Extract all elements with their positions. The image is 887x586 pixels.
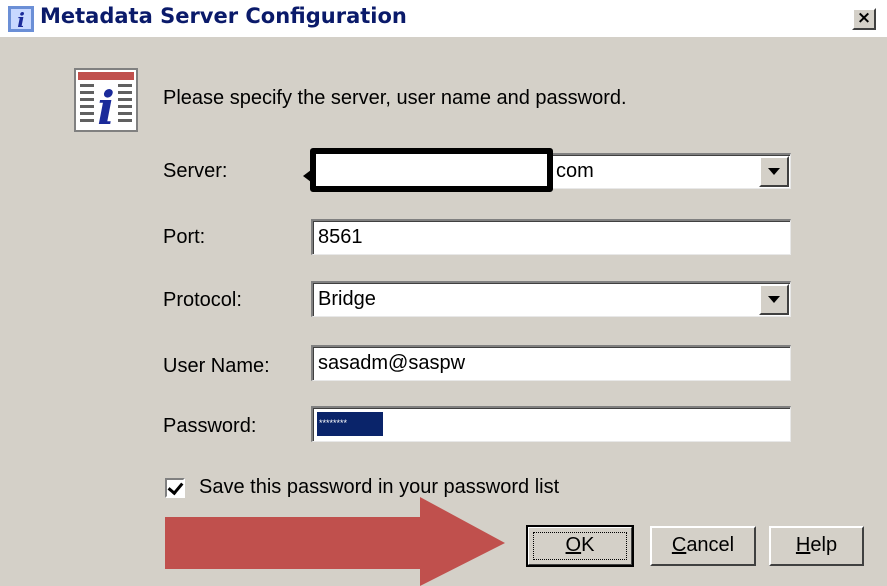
- save-password-label[interactable]: Save this password in your password list: [199, 476, 559, 499]
- password-masked-value: ********: [317, 412, 383, 436]
- dialog-prompt: Please specify the server, user name and…: [163, 87, 627, 109]
- username-value: sasadm@saspw: [318, 352, 466, 374]
- svg-text:i: i: [97, 81, 114, 132]
- server-dropdown-button[interactable]: [759, 156, 789, 187]
- dropdown-arrow-icon: [768, 296, 780, 303]
- ok-label-rest: K: [581, 534, 595, 556]
- help-label-rest: elp: [810, 534, 838, 556]
- username-field[interactable]: sasadm@saspw: [311, 345, 791, 381]
- red-arrow-annotation: [165, 497, 505, 586]
- window-title: Metadata Server Configuration: [40, 4, 407, 28]
- redaction-box: [310, 148, 553, 192]
- title-bar: i Metadata Server Configuration ×: [0, 0, 887, 37]
- server-value: com: [556, 160, 594, 182]
- username-label: User Name:: [163, 355, 270, 377]
- port-field[interactable]: 8561: [311, 219, 791, 255]
- protocol-value: Bridge: [318, 288, 376, 310]
- cancel-mnemonic: C: [671, 534, 687, 556]
- checkmark-icon: [167, 478, 184, 496]
- ok-mnemonic: O: [565, 534, 582, 556]
- cancel-label-rest: ancel: [686, 534, 735, 556]
- close-icon: ×: [856, 8, 872, 28]
- password-field[interactable]: ********: [311, 406, 791, 442]
- port-value: 8561: [318, 226, 363, 248]
- dialog-window: i Metadata Server Configuration × i Plea…: [0, 0, 887, 586]
- help-mnemonic: H: [795, 534, 811, 556]
- port-label: Port:: [163, 226, 206, 248]
- server-label: Server:: [163, 160, 228, 182]
- redaction-nub: [303, 170, 311, 182]
- ok-button[interactable]: OK: [526, 525, 634, 567]
- app-info-icon: i: [8, 6, 34, 32]
- protocol-dropdown-button[interactable]: [759, 284, 789, 315]
- dropdown-arrow-icon: [768, 168, 780, 175]
- save-password-checkbox[interactable]: [165, 478, 185, 498]
- protocol-combobox[interactable]: Bridge: [311, 281, 791, 317]
- protocol-label: Protocol:: [163, 289, 242, 311]
- svg-text:i: i: [17, 8, 25, 32]
- help-button[interactable]: Help: [769, 526, 864, 566]
- cancel-button[interactable]: Cancel: [650, 526, 756, 566]
- close-button[interactable]: ×: [852, 8, 876, 30]
- info-icon: i: [74, 68, 138, 132]
- password-label: Password:: [163, 415, 257, 437]
